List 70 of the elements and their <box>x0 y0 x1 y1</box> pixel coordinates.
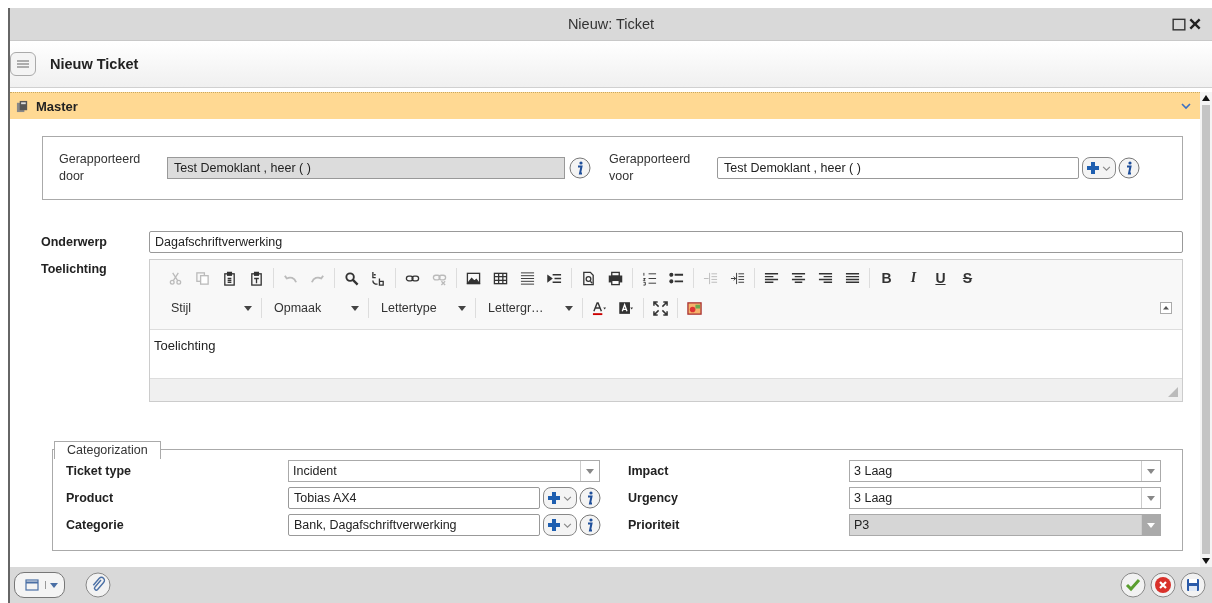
field-label: Categorie <box>66 518 125 532</box>
add-dropdown-button[interactable] <box>543 514 577 536</box>
format-dropdown[interactable]: Opmaak <box>265 296 365 320</box>
field-label: Impact <box>628 464 670 478</box>
plus-icon <box>546 490 562 506</box>
dropdown[interactable]: 3 Laag <box>849 460 1161 482</box>
checkmark-icon[interactable] <box>1120 572 1146 598</box>
format-dropdown[interactable]: Stijl <box>162 296 258 320</box>
scroll-down-icon[interactable] <box>1202 558 1210 564</box>
plus-icon <box>1085 160 1101 176</box>
italic-button[interactable]: I <box>900 270 927 286</box>
plus-icon <box>546 517 562 533</box>
field-label: Gerapporteerd voor <box>609 151 692 185</box>
close-icon[interactable] <box>1188 17 1202 31</box>
chevron-down-icon <box>563 493 572 503</box>
chevron-down-icon <box>563 520 572 530</box>
dropdown[interactable]: 3 Laag <box>849 487 1161 509</box>
window-icon <box>25 579 39 591</box>
caret-icon <box>1147 494 1155 502</box>
info-icon[interactable] <box>579 487 601 509</box>
chevron-down-icon <box>1102 163 1111 173</box>
window-menu-button[interactable] <box>14 572 65 598</box>
field-label: Ticket type <box>66 464 133 478</box>
form-title: Nieuw Ticket <box>50 56 139 72</box>
add-dropdown-button[interactable] <box>543 487 577 509</box>
documents-icon <box>16 99 29 113</box>
caret-icon <box>586 467 594 475</box>
bold-button[interactable]: B <box>873 270 900 286</box>
scrollbar[interactable] <box>1200 92 1212 567</box>
section-title: Master <box>36 98 79 114</box>
scroll-up-icon[interactable] <box>1202 95 1210 101</box>
resize-grip-icon[interactable] <box>1168 387 1178 397</box>
scroll-thumb[interactable] <box>1202 105 1210 554</box>
panel-legend: Categorization <box>54 441 161 459</box>
format-dropdown[interactable]: Lettergr… <box>479 296 579 320</box>
field-label: Prioriteit <box>628 518 681 532</box>
editor-text[interactable]: Toelichting <box>150 330 1182 378</box>
caret-icon <box>45 581 58 589</box>
dropdown[interactable]: Incident <box>288 460 600 482</box>
field-label: Product <box>66 491 115 505</box>
add-dropdown-button[interactable] <box>1082 157 1116 179</box>
strikethrough-button[interactable]: S <box>954 270 981 286</box>
info-icon[interactable] <box>579 514 601 536</box>
field-label: Toelichting <box>41 261 108 278</box>
field-label: Urgency <box>628 491 680 505</box>
lookup-field[interactable]: Tobias AX4 <box>288 487 540 509</box>
field-label: Gerapporteerd door <box>59 151 142 185</box>
paperclip-icon[interactable] <box>85 572 111 598</box>
chevron-down-icon[interactable] <box>1180 100 1192 112</box>
maximize-icon[interactable] <box>1172 17 1186 31</box>
caret-icon <box>244 304 252 312</box>
caret-icon <box>1147 467 1155 475</box>
section-header[interactable]: Master <box>10 92 1200 119</box>
info-icon[interactable] <box>1118 157 1140 179</box>
lookup-field[interactable]: Bank, Dagafschriftverwerking <box>288 514 540 536</box>
subject-field[interactable]: Dagafschriftverwerking <box>149 231 1183 253</box>
save-icon[interactable] <box>1180 572 1206 598</box>
caret-icon <box>1147 521 1155 529</box>
field-label: Onderwerp <box>41 235 108 249</box>
window-title: Nieuw: Ticket <box>567 16 655 32</box>
text-field[interactable]: Test Demoklant , heer ( ) <box>167 157 565 179</box>
caret-icon <box>351 304 359 312</box>
format-dropdown[interactable]: Lettertype <box>372 296 472 320</box>
info-icon[interactable] <box>569 157 591 179</box>
text-field[interactable]: Test Demoklant , heer ( ) <box>717 157 1079 179</box>
caret-icon <box>565 304 573 312</box>
caret-icon <box>458 304 466 312</box>
menu-icon <box>16 59 30 69</box>
underline-button[interactable]: U <box>927 270 954 286</box>
collapse-toolbar-icon[interactable] <box>1160 302 1172 314</box>
